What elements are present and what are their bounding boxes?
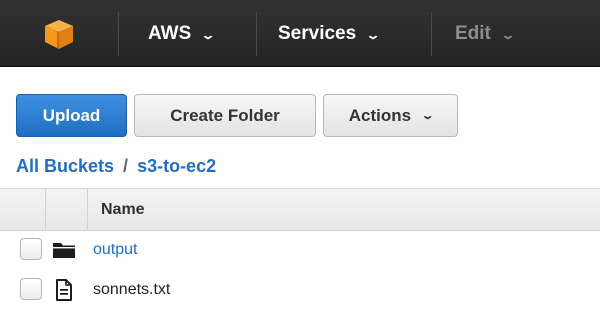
breadcrumb: All Buckets / s3-to-ec2: [16, 152, 216, 180]
table-row[interactable]: output: [0, 232, 600, 270]
chevron-down-icon: ⌄: [200, 27, 216, 42]
breadcrumb-separator: /: [123, 155, 129, 176]
file-text-icon: [52, 278, 76, 302]
nav-services-menu[interactable]: Services ⌄: [278, 0, 381, 67]
upload-button-label: Upload: [42, 105, 101, 125]
table-row[interactable]: sonnets.txt: [0, 272, 600, 310]
actions-dropdown-button[interactable]: Actions ⌄: [323, 94, 458, 137]
header-icon-column: [46, 189, 88, 230]
folder-name-link[interactable]: output: [93, 232, 137, 268]
nav-aws-label: AWS: [148, 22, 192, 44]
chevron-down-icon: ⌄: [500, 27, 516, 42]
row-select-checkbox[interactable]: [20, 238, 42, 260]
nav-edit-menu[interactable]: Edit ⌄: [455, 0, 516, 67]
nav-aws-menu[interactable]: AWS ⌄: [148, 0, 216, 67]
nav-edit-label: Edit: [455, 22, 491, 44]
chevron-down-icon: ⌄: [365, 27, 381, 42]
header-select-column: [0, 189, 46, 230]
breadcrumb-current-bucket[interactable]: s3-to-ec2: [137, 156, 216, 177]
upload-button[interactable]: Upload: [16, 94, 127, 137]
actions-button-label: Actions: [348, 105, 412, 125]
create-folder-button[interactable]: Create Folder: [134, 94, 316, 137]
table-header: Name: [0, 188, 600, 231]
chevron-down-icon: ⌄: [420, 110, 435, 122]
nav-divider: [256, 12, 257, 56]
nav-divider: [118, 12, 119, 56]
top-navigation-bar: AWS ⌄ Services ⌄ Edit ⌄: [0, 0, 600, 67]
aws-cube-icon[interactable]: [0, 0, 118, 67]
create-folder-button-label: Create Folder: [170, 105, 280, 125]
file-name[interactable]: sonnets.txt: [93, 272, 170, 308]
breadcrumb-all-buckets[interactable]: All Buckets: [16, 156, 114, 177]
row-select-checkbox[interactable]: [20, 278, 42, 300]
nav-services-label: Services: [278, 22, 357, 44]
folder-icon: [52, 238, 76, 262]
name-column-header[interactable]: Name: [101, 189, 145, 230]
nav-divider: [431, 12, 432, 56]
